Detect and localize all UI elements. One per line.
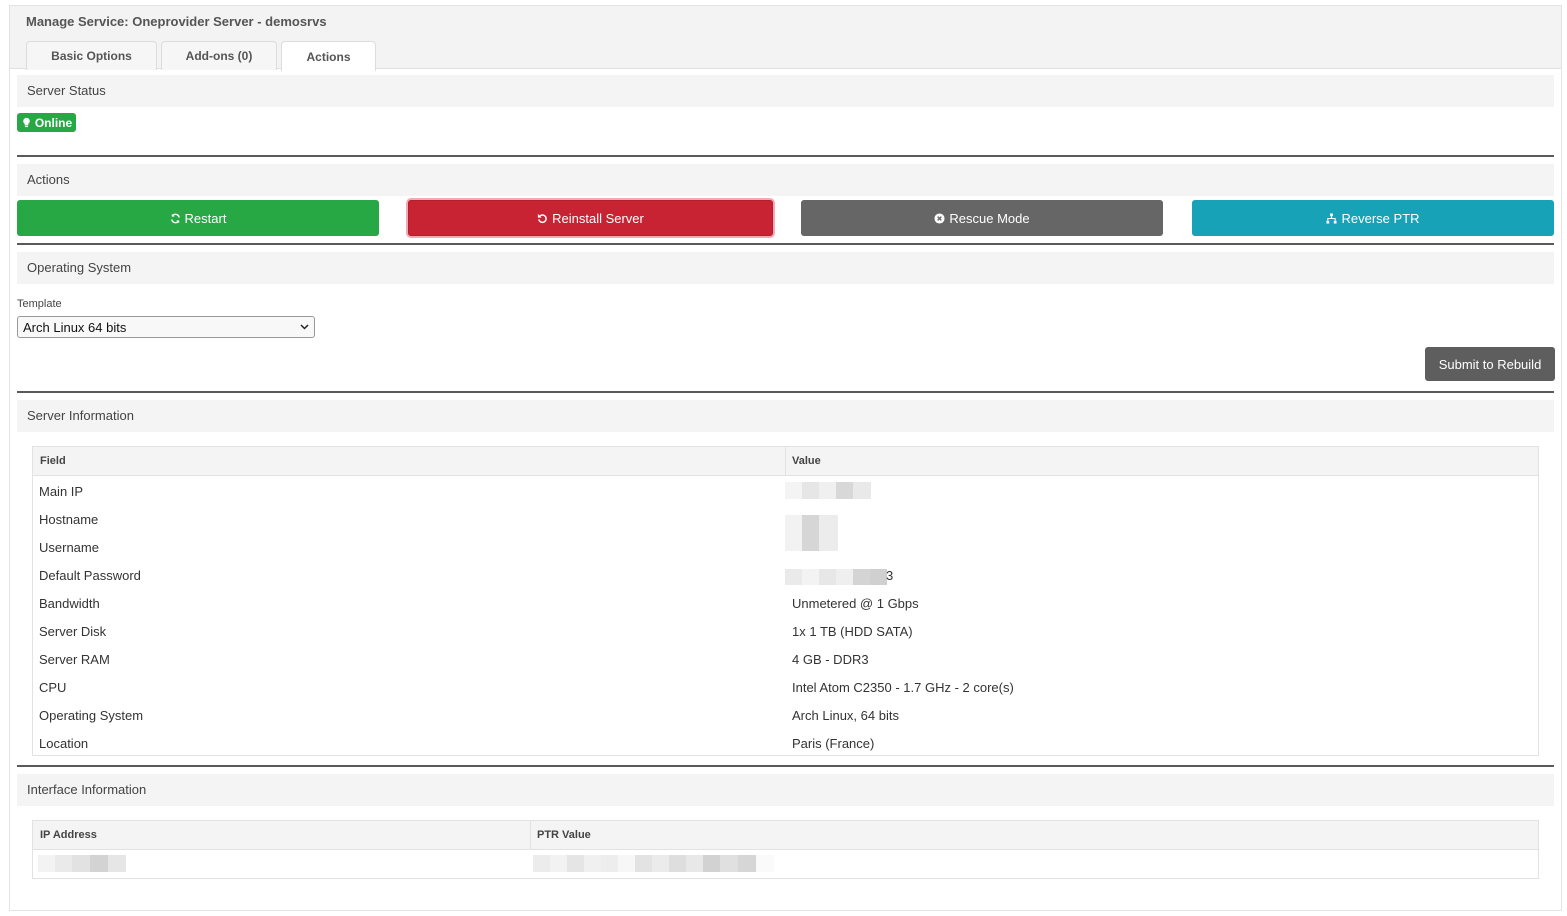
submit-to-rebuild-button[interactable]: Submit to Rebuild [1425, 347, 1555, 381]
column-header-value: Value [792, 455, 821, 467]
divider [17, 765, 1554, 767]
server-information-title: Server Information [27, 408, 134, 423]
actions-header: Actions [17, 164, 1554, 196]
table-row: CPU Intel Atom C2350 - 1.7 GHz - 2 core(… [33, 673, 1538, 701]
table-header: IP Address PTR Value [33, 821, 1538, 850]
reinstall-server-button[interactable]: Reinstall Server [408, 200, 773, 236]
value-cell: Unmetered @ 1 Gbps [792, 596, 919, 611]
server-information-header: Server Information [17, 400, 1554, 432]
redacted-value [785, 482, 871, 499]
lightbulb-icon [23, 117, 30, 128]
template-label: Template [17, 298, 62, 310]
redacted-value [785, 569, 887, 585]
times-circle-icon [934, 212, 945, 224]
redacted-value [38, 855, 126, 872]
refresh-icon [170, 213, 180, 223]
field-cell: CPU [39, 680, 67, 695]
value-cell: Intel Atom C2350 - 1.7 GHz - 2 core(s) [792, 680, 1014, 695]
actions-title: Actions [27, 172, 70, 187]
status-badge: Online [17, 113, 76, 132]
table-row: Bandwidth Unmetered @ 1 Gbps [33, 589, 1538, 617]
interface-information-header: Interface Information [17, 774, 1554, 806]
server-status-header: Server Status [17, 75, 1554, 107]
template-selected-value: Arch Linux 64 bits [23, 319, 127, 335]
interface-information-table: IP Address PTR Value [32, 820, 1539, 879]
interface-information-title: Interface Information [27, 782, 147, 797]
operating-system-title: Operating System [27, 260, 132, 275]
field-cell: Server Disk [39, 624, 107, 639]
column-separator [785, 447, 786, 476]
table-row: Location Paris (France) [33, 729, 1538, 757]
value-cell: 1x 1 TB (HDD SATA) [792, 624, 913, 639]
column-separator [530, 821, 531, 850]
server-information-table: Field Value Main IP Hostname Username De… [32, 446, 1539, 756]
undo-icon [538, 213, 547, 223]
panel-header: Manage Service: Oneprovider Server - dem… [10, 6, 1561, 71]
value-cell: Arch Linux, 64 bits [792, 708, 899, 723]
reverse-ptr-button[interactable]: Reverse PTR [1192, 200, 1554, 236]
restart-label: Restart [184, 210, 227, 226]
table-header: Field Value [33, 447, 1538, 476]
field-cell: Username [39, 540, 99, 555]
divider [17, 243, 1554, 245]
table-row: Hostname [33, 505, 1538, 551]
sitemap-icon [1326, 212, 1338, 224]
value-cell: Paris (France) [792, 736, 875, 751]
status-badge-label: Online [34, 115, 73, 130]
field-cell: Default Password [39, 568, 141, 583]
column-header-ip-address: IP Address [40, 829, 97, 841]
table-row [33, 851, 1538, 879]
manage-service-panel: Manage Service: Oneprovider Server - dem… [9, 5, 1562, 911]
column-header-ptr-value: PTR Value [537, 829, 591, 841]
server-status-title: Server Status [27, 83, 106, 98]
divider [17, 391, 1554, 393]
tab-actions[interactable]: Actions [281, 41, 376, 71]
field-cell: Hostname [39, 512, 99, 527]
template-select[interactable]: Arch Linux 64 bits [17, 316, 315, 338]
restart-button[interactable]: Restart [17, 200, 379, 236]
field-cell: Main IP [39, 484, 84, 499]
value-cell: 4 GB - DDR3 [792, 652, 869, 667]
divider [17, 155, 1554, 157]
reinstall-server-label: Reinstall Server [552, 210, 644, 226]
tab-add-ons[interactable]: Add-ons (0) [161, 41, 277, 70]
field-cell: Server RAM [39, 652, 110, 667]
redacted-value [533, 855, 774, 872]
page-title: Manage Service: Oneprovider Server - dem… [26, 14, 327, 29]
table-row: Username [33, 533, 1538, 561]
table-row: Server RAM 4 GB - DDR3 [33, 645, 1538, 673]
table-row: Main IP [33, 477, 1538, 505]
chevron-down-icon [300, 324, 309, 330]
table-row: Default Password 3 [33, 561, 1538, 589]
table-row: Operating System Arch Linux, 64 bits [33, 701, 1538, 729]
rescue-mode-button[interactable]: Rescue Mode [801, 200, 1163, 236]
reverse-ptr-label: Reverse PTR [1341, 210, 1420, 226]
value-cell: 3 [886, 568, 894, 583]
rescue-mode-label: Rescue Mode [949, 210, 1030, 226]
field-cell: Location [39, 736, 89, 751]
field-cell: Bandwidth [39, 596, 100, 611]
field-cell: Operating System [39, 708, 144, 723]
table-row: Server Disk 1x 1 TB (HDD SATA) [33, 617, 1538, 645]
operating-system-header: Operating System [17, 252, 1554, 284]
column-header-field: Field [40, 455, 66, 467]
tab-basic-options[interactable]: Basic Options [26, 41, 157, 70]
